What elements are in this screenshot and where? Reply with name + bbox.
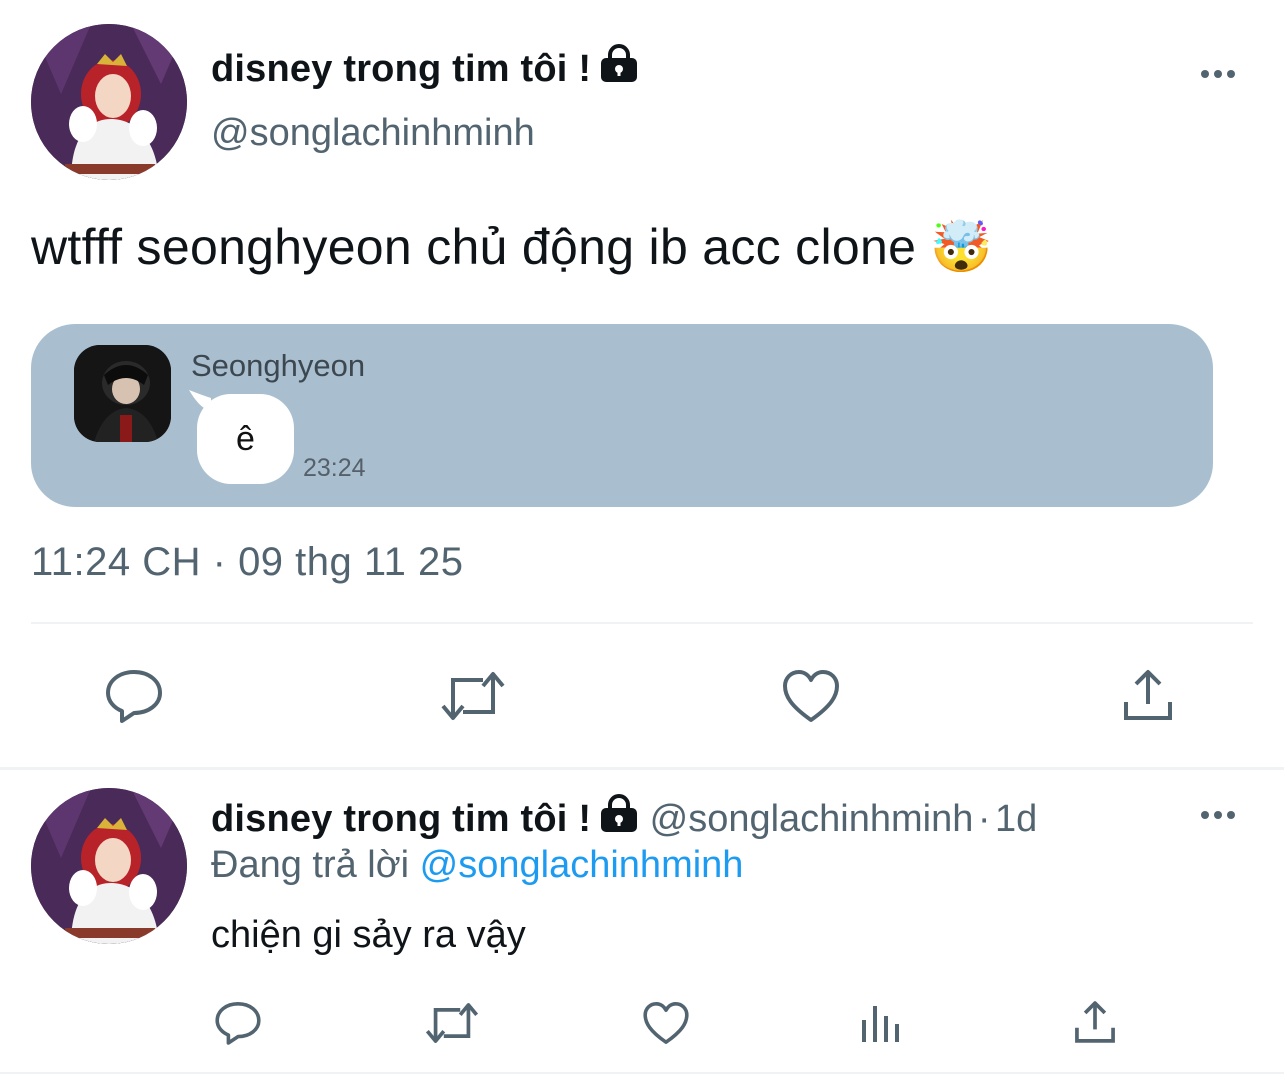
reply-icon <box>106 670 162 723</box>
share-icon <box>1075 1001 1115 1043</box>
tweet-timestamp[interactable]: 11:24 CH · 09 thg 11 25 <box>31 540 464 585</box>
replying-to-mention[interactable]: @songlachinhminh <box>420 844 744 886</box>
dm-message-text: ê <box>236 419 255 458</box>
analytics-icon <box>862 1006 899 1042</box>
like-icon <box>643 1002 689 1044</box>
share-icon <box>1124 670 1172 720</box>
reply-text: chiện gi sảy ra vậy <box>211 914 526 956</box>
media-attachment[interactable]: Seonghyeon ê 23:24 <box>31 324 1213 507</box>
exploding-head-emoji: 🤯 <box>930 218 993 276</box>
reply-author-handle[interactable]: @songlachinhminh <box>650 798 974 840</box>
retweet-icon <box>425 1003 479 1043</box>
like-icon <box>783 670 839 722</box>
tweet-body: wtfff seonghyeon chủ động ib acc clone <box>31 219 917 275</box>
author-display-name[interactable]: disney trong tim tôi ! <box>211 44 639 94</box>
divider <box>31 622 1253 624</box>
author-handle[interactable]: @songlachinhminh <box>211 112 535 155</box>
lock-icon <box>599 794 639 839</box>
retweet-icon <box>441 672 505 720</box>
replying-to: Đang trả lời @songlachinhminh <box>211 844 743 887</box>
like-button[interactable] <box>781 668 841 724</box>
reply-analytics-button[interactable] <box>860 1002 902 1044</box>
reply-icon <box>215 1002 261 1045</box>
bubble-tail <box>189 390 211 412</box>
share-button[interactable] <box>1120 666 1176 724</box>
reply-age[interactable]: 1d <box>995 798 1037 840</box>
dm-message-time: 23:24 <box>303 454 366 482</box>
reply-reply-button[interactable] <box>214 1000 262 1046</box>
dm-sender-name: Seonghyeon <box>191 348 366 383</box>
reply-button[interactable] <box>104 668 164 724</box>
bottom-divider <box>0 1072 1284 1074</box>
lock-icon <box>599 44 639 94</box>
reply-more-options-icon[interactable] <box>1201 811 1235 819</box>
reply-retweet-button[interactable] <box>424 1000 480 1046</box>
dm-sender-avatar <box>74 345 171 442</box>
replying-label: Đang trả lời <box>211 844 410 886</box>
reply-share-button[interactable] <box>1072 998 1118 1046</box>
section-divider <box>0 767 1284 770</box>
reply-separator: · <box>977 798 991 840</box>
reply-like-button[interactable] <box>642 1000 690 1046</box>
dm-message-bubble: ê <box>197 394 294 484</box>
reply-header: disney trong tim tôi ! @songlachinhminh … <box>211 794 1037 841</box>
reply-author-avatar[interactable] <box>31 788 187 944</box>
author-avatar[interactable] <box>31 24 187 180</box>
reply-author-name[interactable]: disney trong tim tôi ! <box>211 798 591 840</box>
more-options-icon[interactable] <box>1201 70 1235 78</box>
retweet-button[interactable] <box>439 668 507 724</box>
author-name-text: disney trong tim tôi ! <box>211 48 592 90</box>
tweet-text: wtfff seonghyeon chủ động ib acc clone 🤯 <box>31 218 993 277</box>
